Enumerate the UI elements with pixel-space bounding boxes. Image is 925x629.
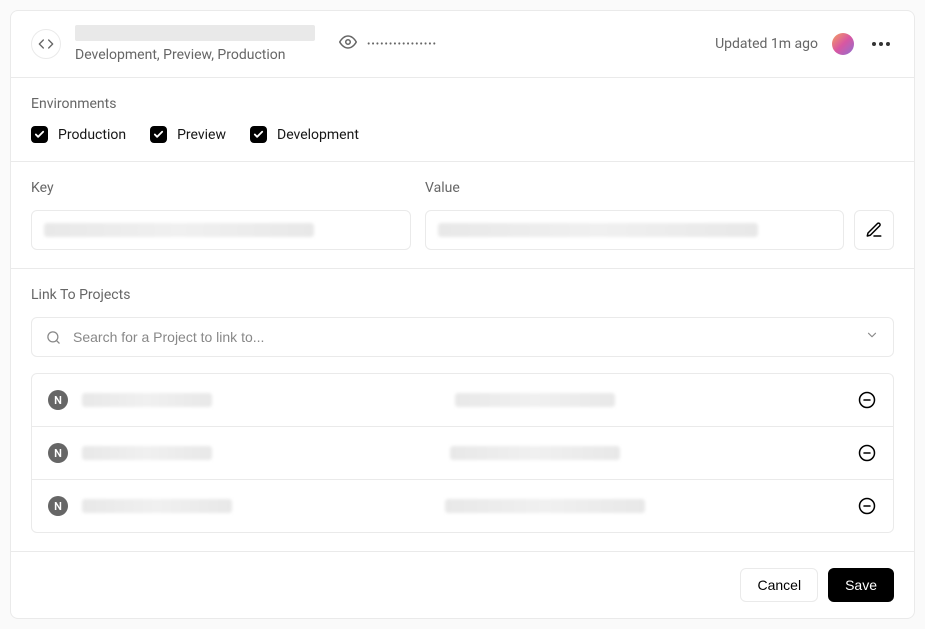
environments-section: Environments Production Preview Developm…	[11, 78, 914, 162]
env-preview[interactable]: Preview	[150, 126, 226, 143]
masked-value: ••••••••••••••••	[367, 39, 437, 50]
minus-circle-icon	[858, 497, 876, 515]
env-development[interactable]: Development	[250, 126, 359, 143]
env-label: Preview	[177, 127, 226, 143]
pencil-icon	[865, 221, 883, 239]
env-var-card: Development, Preview, Production •••••••…	[10, 10, 915, 619]
avatar[interactable]	[832, 33, 854, 55]
env-production[interactable]: Production	[31, 126, 126, 143]
card-header: Development, Preview, Production •••••••…	[11, 11, 914, 78]
remove-project-button[interactable]	[857, 443, 877, 463]
card-footer: Cancel Save	[11, 551, 914, 618]
code-icon	[31, 29, 61, 59]
project-row: N	[32, 479, 893, 532]
key-input[interactable]	[31, 210, 411, 250]
link-projects-label: Link To Projects	[31, 287, 894, 303]
save-button[interactable]: Save	[828, 568, 894, 602]
checkbox-icon	[250, 126, 267, 143]
project-row: N	[32, 426, 893, 479]
project-name-placeholder	[82, 499, 232, 513]
key-placeholder	[44, 223, 314, 237]
remove-project-button[interactable]	[857, 390, 877, 410]
project-framework-icon: N	[48, 443, 68, 463]
cancel-button[interactable]: Cancel	[740, 568, 818, 602]
var-name-placeholder	[75, 25, 315, 41]
project-name-placeholder	[82, 446, 212, 460]
environments-label: Environments	[31, 96, 894, 112]
environments-row: Production Preview Development	[31, 126, 894, 143]
project-search[interactable]	[31, 317, 894, 357]
value-placeholder	[438, 223, 758, 237]
value-label: Value	[425, 180, 894, 196]
project-framework-icon: N	[48, 390, 68, 410]
checkbox-icon	[31, 126, 48, 143]
value-input[interactable]	[425, 210, 844, 250]
more-menu-button[interactable]	[868, 38, 894, 50]
minus-circle-icon	[858, 444, 876, 462]
var-environments-summary: Development, Preview, Production	[75, 47, 315, 63]
minus-circle-icon	[858, 391, 876, 409]
remove-project-button[interactable]	[857, 496, 877, 516]
project-search-input[interactable]	[73, 329, 853, 345]
key-value-section: Key Value	[11, 162, 914, 269]
env-label: Production	[58, 127, 126, 143]
checkbox-icon	[150, 126, 167, 143]
project-meta-placeholder	[445, 499, 645, 513]
project-row: N	[32, 374, 893, 426]
chevron-down-icon	[865, 328, 879, 346]
key-label: Key	[31, 180, 411, 196]
project-name-placeholder	[82, 393, 212, 407]
eye-icon[interactable]	[339, 33, 357, 55]
title-block: Development, Preview, Production	[75, 25, 315, 63]
edit-value-button[interactable]	[854, 210, 894, 250]
link-projects-section: Link To Projects N N	[11, 269, 914, 551]
env-label: Development	[277, 127, 359, 143]
project-list: N N N	[31, 373, 894, 533]
search-icon	[46, 330, 61, 345]
value-preview-group: ••••••••••••••••	[339, 33, 437, 55]
project-meta-placeholder	[450, 446, 620, 460]
updated-timestamp: Updated 1m ago	[715, 36, 818, 52]
project-framework-icon: N	[48, 496, 68, 516]
project-meta-placeholder	[455, 393, 615, 407]
